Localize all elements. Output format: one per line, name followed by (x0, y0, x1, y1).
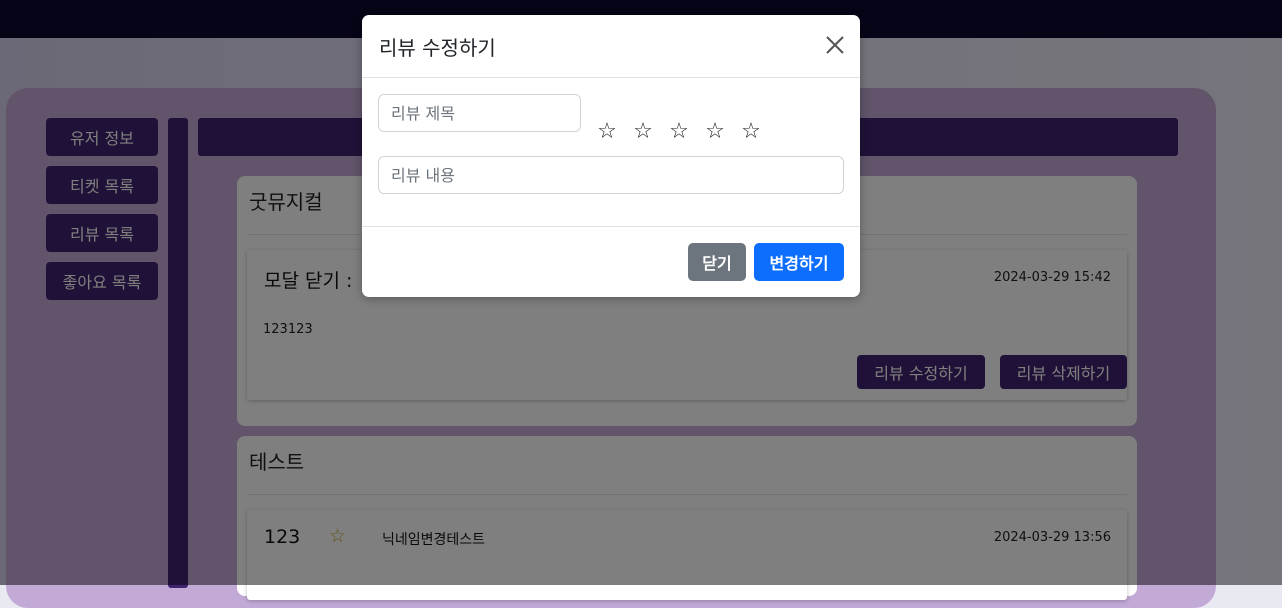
modal-title: 리뷰 수정하기 (379, 36, 496, 60)
modal-footer-divider (362, 226, 860, 227)
review-title-input[interactable] (378, 94, 581, 132)
save-changes-button[interactable]: 변경하기 (754, 243, 844, 281)
edit-review-modal: 리뷰 수정하기 ☆ ☆ ☆ ☆ ☆ 닫기 변경하기 (362, 15, 860, 297)
modal-header-divider (362, 77, 860, 78)
rating-star-3-icon[interactable]: ☆ (666, 119, 692, 145)
rating-star-1-icon[interactable]: ☆ (594, 119, 620, 145)
close-icon[interactable] (824, 34, 846, 56)
rating-star-4-icon[interactable]: ☆ (702, 119, 728, 145)
rating-star-5-icon[interactable]: ☆ (738, 119, 764, 145)
rating-star-2-icon[interactable]: ☆ (630, 119, 656, 145)
close-button[interactable]: 닫기 (688, 243, 746, 281)
review-content-input[interactable] (378, 156, 844, 194)
